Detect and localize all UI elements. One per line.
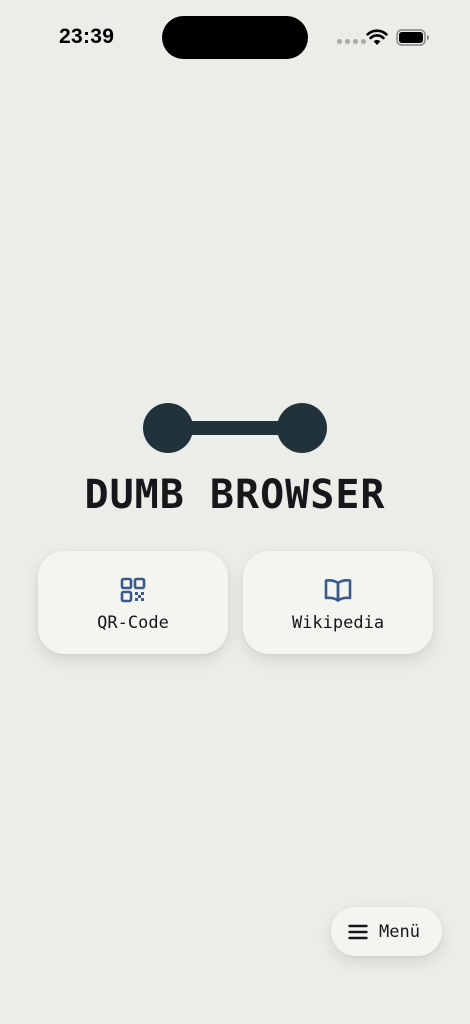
open-book-icon: [324, 579, 352, 602]
qr-code-button[interactable]: QR-Code: [38, 551, 228, 654]
wifi-icon: [366, 29, 388, 45]
qr-code-icon: [120, 577, 146, 603]
menu-label: Menü: [379, 921, 420, 942]
status-bar: 23:39: [0, 0, 470, 76]
cellular-signal-icon: [337, 39, 366, 44]
app-logo: [143, 403, 327, 453]
wikipedia-label: Wikipedia: [291, 613, 385, 633]
wikipedia-button[interactable]: Wikipedia: [243, 551, 433, 654]
status-time: 23:39: [59, 25, 115, 48]
qr-code-label: QR-Code: [97, 613, 169, 633]
dynamic-island: [162, 16, 308, 59]
app-title: DUMB BROWSER: [84, 472, 386, 518]
battery-icon: [396, 29, 429, 46]
hamburger-icon: [348, 924, 368, 939]
menu-button[interactable]: Menü: [331, 907, 442, 956]
